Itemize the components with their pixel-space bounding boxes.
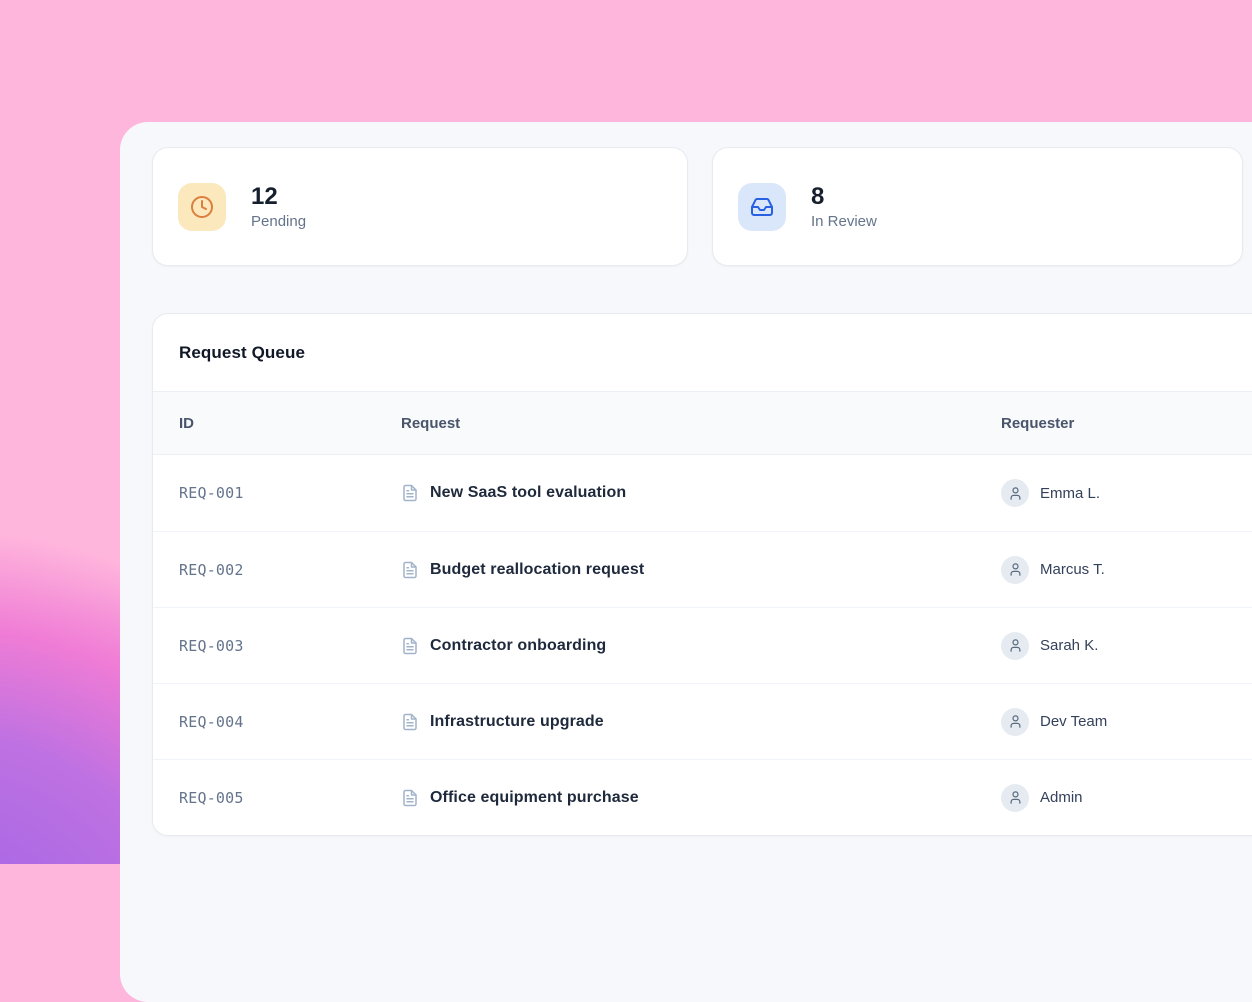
file-text-icon [401, 637, 419, 655]
request-queue-header: Request Queue [153, 314, 1252, 392]
column-header-id: ID [179, 415, 401, 432]
request-id: REQ-005 [179, 789, 401, 807]
request-id: REQ-002 [179, 561, 401, 579]
clock-icon [178, 183, 226, 231]
app-panel: 12 Pending 8 In Review Request Queue ID … [120, 122, 1252, 1002]
request-id: REQ-001 [179, 484, 401, 502]
request-title: Contractor onboarding [430, 637, 606, 655]
table-row[interactable]: REQ-002 Budget reallocation request Marc… [153, 531, 1252, 607]
stat-label: Pending [251, 213, 306, 230]
requester-name: Dev Team [1040, 713, 1107, 730]
stat-label: In Review [811, 213, 877, 230]
table-row[interactable]: REQ-001 New SaaS tool evaluation Emma L. [153, 455, 1252, 531]
user-avatar [1001, 479, 1029, 507]
table-body: REQ-001 New SaaS tool evaluation Emma L.… [153, 455, 1252, 835]
stat-card: 12 Pending [152, 147, 688, 266]
user-avatar [1001, 784, 1029, 812]
file-text-icon [401, 561, 419, 579]
requester-name: Emma L. [1040, 485, 1100, 502]
stat-value: 8 [811, 183, 877, 211]
table-row[interactable]: REQ-004 Infrastructure upgrade Dev Team [153, 683, 1252, 759]
stat-value: 12 [251, 183, 306, 211]
request-id: REQ-003 [179, 637, 401, 655]
user-avatar [1001, 708, 1029, 736]
user-avatar [1001, 632, 1029, 660]
request-id: REQ-004 [179, 713, 401, 731]
file-text-icon [401, 713, 419, 731]
table-header-row: ID Request Requester [153, 392, 1252, 455]
column-header-request: Request [401, 415, 1001, 432]
request-title: Office equipment purchase [430, 789, 639, 807]
request-title: Infrastructure upgrade [430, 713, 604, 731]
requester-name: Admin [1040, 789, 1083, 806]
inbox-icon [738, 183, 786, 231]
stats-row: 12 Pending 8 In Review [152, 147, 1252, 266]
requester-name: Marcus T. [1040, 561, 1105, 578]
file-text-icon [401, 484, 419, 502]
request-title: New SaaS tool evaluation [430, 484, 626, 502]
request-queue-card: Request Queue ID Request Requester REQ-0… [152, 313, 1252, 836]
stat-card: 8 In Review [712, 147, 1243, 266]
requester-name: Sarah K. [1040, 637, 1098, 654]
file-text-icon [401, 789, 419, 807]
table-row[interactable]: REQ-005 Office equipment purchase Admin [153, 759, 1252, 835]
user-avatar [1001, 556, 1029, 584]
column-header-requester: Requester [1001, 415, 1252, 432]
card-title: Request Queue [179, 343, 305, 363]
request-title: Budget reallocation request [430, 561, 644, 579]
table-row[interactable]: REQ-003 Contractor onboarding Sarah K. [153, 607, 1252, 683]
